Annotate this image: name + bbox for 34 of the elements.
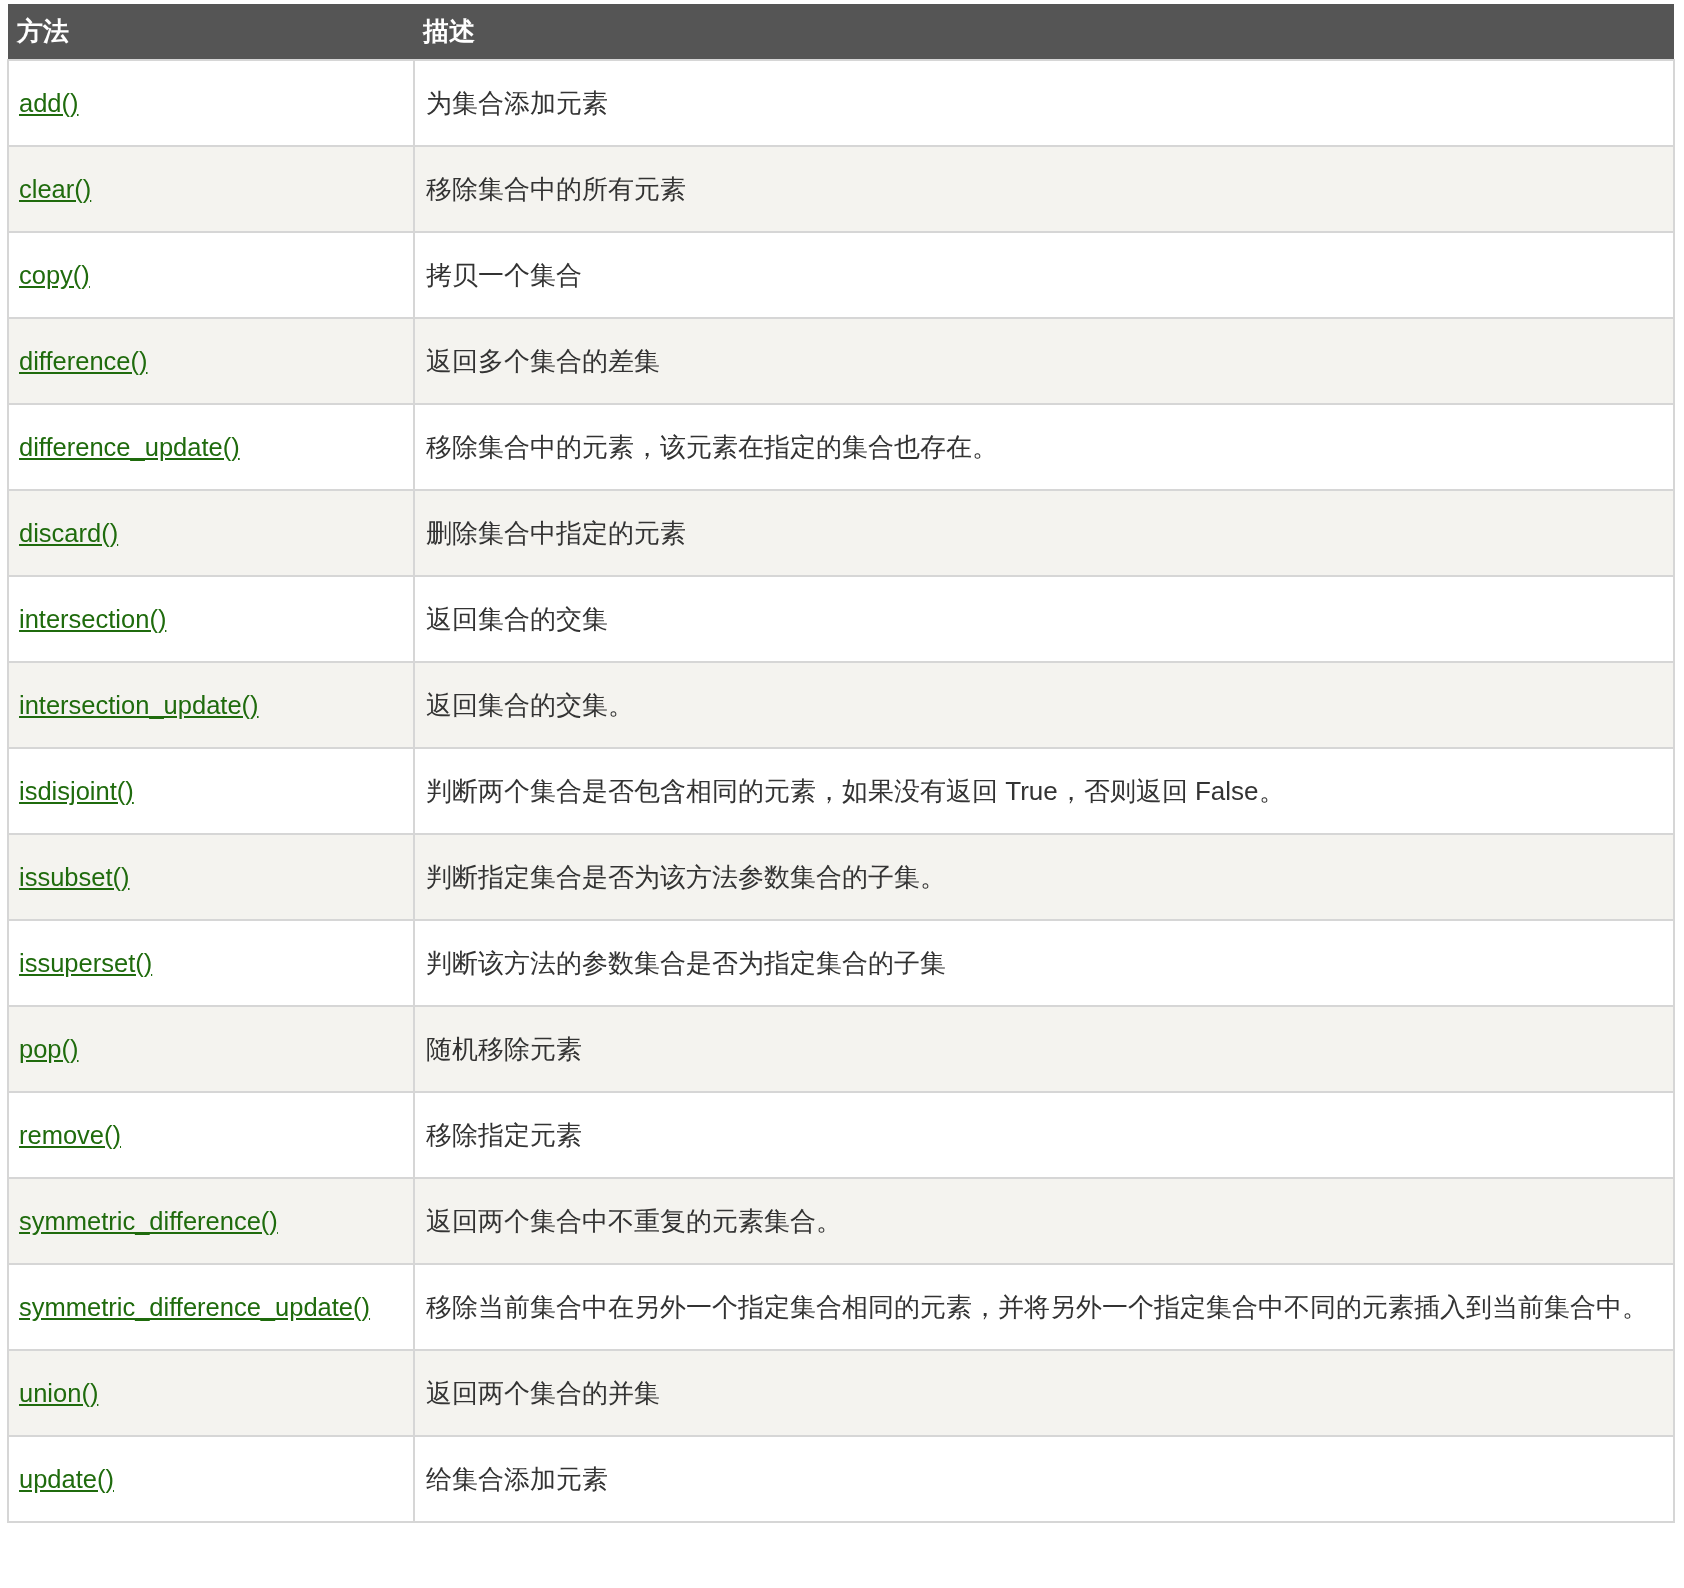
- method-link[interactable]: intersection_update(): [19, 691, 259, 719]
- method-link[interactable]: union(): [19, 1379, 99, 1407]
- method-description: 移除当前集合中在另外一个指定集合相同的元素，并将另外一个指定集合中不同的元素插入到当前集合中。: [426, 1292, 1648, 1322]
- method-description: 随机移除元素: [426, 1034, 582, 1064]
- method-link[interactable]: issubset(): [19, 863, 130, 891]
- method-link[interactable]: clear(): [19, 175, 92, 203]
- method-link[interactable]: issuperset(): [19, 949, 153, 977]
- method-description: 判断两个集合是否包含相同的元素，如果没有返回 True，否则返回 False。: [426, 776, 1285, 806]
- method-link[interactable]: add(): [19, 89, 79, 117]
- method-description: 返回集合的交集。: [426, 690, 634, 720]
- method-description: 删除集合中指定的元素: [426, 518, 686, 548]
- method-description: 返回多个集合的差集: [426, 346, 660, 376]
- column-header: 描述: [423, 16, 475, 46]
- method-description: 返回两个集合中不重复的元素集合。: [426, 1206, 842, 1236]
- method-description: 移除指定元素: [426, 1120, 582, 1150]
- method-link[interactable]: pop(): [19, 1035, 79, 1063]
- method-description: 为集合添加元素: [426, 88, 608, 118]
- method-description: 返回两个集合的并集: [426, 1378, 660, 1408]
- method-link[interactable]: difference_update(): [19, 433, 240, 461]
- method-link[interactable]: update(): [19, 1465, 114, 1493]
- method-link[interactable]: copy(): [19, 261, 90, 289]
- method-description: 判断该方法的参数集合是否为指定集合的子集: [426, 948, 946, 978]
- method-link[interactable]: difference(): [19, 347, 148, 375]
- method-description: 给集合添加元素: [426, 1464, 608, 1494]
- method-description: 判断指定集合是否为该方法参数集合的子集。: [426, 862, 946, 892]
- method-link[interactable]: discard(): [19, 519, 119, 547]
- method-description: 移除集合中的所有元素: [426, 174, 686, 204]
- method-description: 移除集合中的元素，该元素在指定的集合也存在。: [426, 432, 998, 462]
- method-link[interactable]: intersection(): [19, 605, 167, 633]
- method-description: 拷贝一个集合: [426, 260, 582, 290]
- method-link[interactable]: isdisjoint(): [19, 777, 134, 805]
- method-description: 返回集合的交集: [426, 604, 608, 634]
- column-header: 方法: [17, 16, 69, 46]
- method-link[interactable]: remove(): [19, 1121, 121, 1149]
